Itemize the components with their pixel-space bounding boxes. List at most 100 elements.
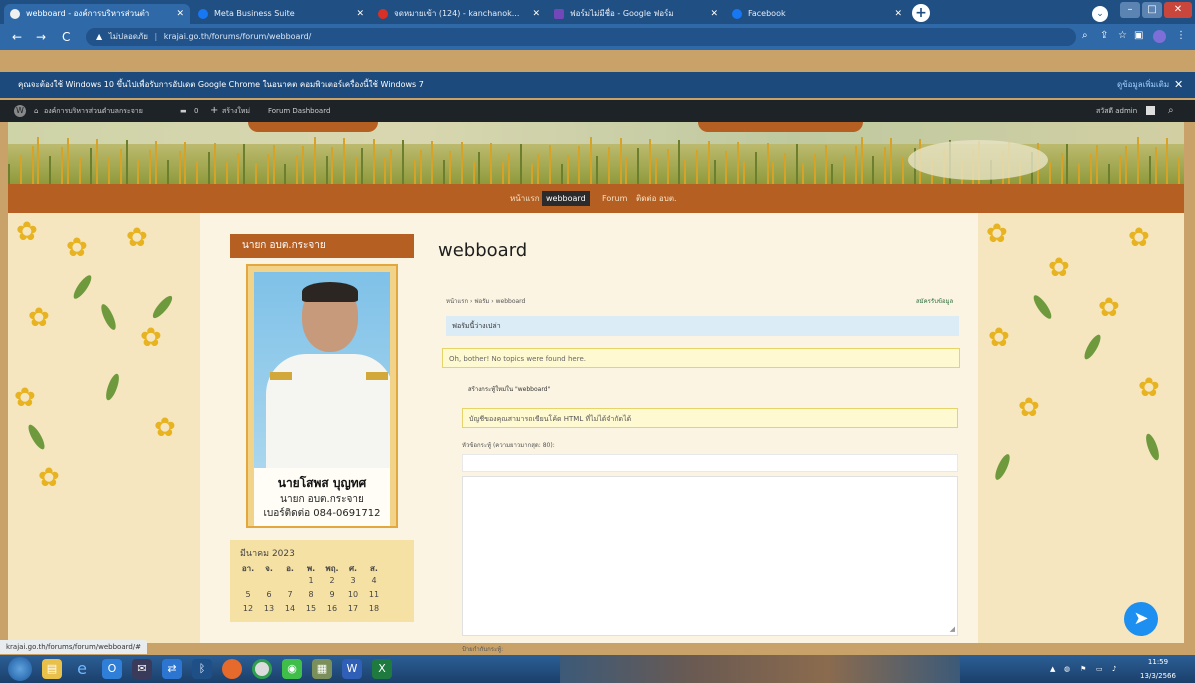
calendar-day[interactable]: 1 bbox=[303, 576, 319, 585]
line-icon[interactable]: ◉ bbox=[282, 659, 302, 679]
flower-icon: ✿ bbox=[986, 219, 1008, 249]
resize-grip-icon[interactable]: ◢ bbox=[950, 625, 955, 633]
calendar-day[interactable]: 9 bbox=[324, 590, 340, 599]
flag-icon[interactable]: ⚑ bbox=[1080, 662, 1086, 676]
wp-user-greeting[interactable]: สวัสดี admin bbox=[1096, 100, 1137, 122]
calendar-day[interactable]: 6 bbox=[261, 590, 277, 599]
flower-stalk bbox=[566, 155, 569, 184]
teamviewer-icon[interactable]: ⇄ bbox=[162, 659, 182, 679]
word-icon[interactable]: W bbox=[342, 659, 362, 679]
nav-item-forum[interactable]: Forum bbox=[598, 191, 631, 206]
topic-title-input[interactable] bbox=[462, 454, 958, 472]
flower-stalk bbox=[90, 148, 93, 184]
side-panel-icon[interactable]: ▣ bbox=[1134, 30, 1143, 41]
banner-ornament bbox=[248, 122, 378, 132]
browser-tab[interactable]: Facebook ✕ bbox=[726, 4, 908, 24]
bluetooth-icon[interactable]: ᛒ bbox=[192, 659, 212, 679]
browser-tab[interactable]: ฟอร์มไม่มีชื่อ - Google ฟอร์ม ✕ bbox=[548, 4, 724, 24]
subscribe-link[interactable]: สมัครรับข้อมูล bbox=[916, 296, 953, 306]
start-button[interactable] bbox=[8, 657, 32, 681]
calendar-day[interactable]: 8 bbox=[303, 590, 319, 599]
profile-avatar-icon[interactable] bbox=[1153, 30, 1166, 43]
photos-icon[interactable]: ▦ bbox=[312, 659, 332, 679]
close-tab-icon[interactable]: ✕ bbox=[894, 4, 902, 24]
tray-arrow-icon[interactable]: ▲ bbox=[1050, 662, 1055, 676]
nav-item-home[interactable]: หน้าแรก bbox=[506, 191, 544, 206]
calendar-day[interactable]: 12 bbox=[240, 604, 256, 613]
comments-icon[interactable]: ▬ bbox=[180, 100, 187, 122]
calendar-day[interactable]: 14 bbox=[282, 604, 298, 613]
tab-search-icon[interactable]: ⌄ bbox=[1092, 6, 1108, 22]
status-bar-url: krajai.go.th/forums/forum/webboard/# bbox=[0, 640, 148, 654]
back-button[interactable]: ← bbox=[12, 29, 22, 45]
network-icon[interactable]: ◍ bbox=[1064, 662, 1070, 676]
calendar-day[interactable]: 18 bbox=[366, 604, 382, 613]
maximize-button[interactable]: □ bbox=[1142, 2, 1162, 18]
reload-button[interactable]: C bbox=[62, 29, 70, 45]
flower-stalk bbox=[843, 155, 845, 184]
clock[interactable]: 11:59 13/3/2566 bbox=[1136, 655, 1180, 683]
forum-dashboard-link[interactable]: Forum Dashboard bbox=[268, 100, 330, 122]
firefox-icon[interactable] bbox=[222, 659, 242, 679]
calendar-day[interactable]: 17 bbox=[345, 604, 361, 613]
chrome-icon[interactable] bbox=[252, 659, 272, 679]
calendar-day[interactable]: 3 bbox=[345, 576, 361, 585]
warning-icon: ▲ bbox=[96, 32, 103, 41]
calendar-day[interactable]: 15 bbox=[303, 604, 319, 613]
flower-stalk bbox=[607, 147, 610, 184]
volume-icon[interactable]: ♪ bbox=[1112, 662, 1116, 676]
calendar-day[interactable]: 16 bbox=[324, 604, 340, 613]
wordpress-logo-icon[interactable]: W bbox=[14, 105, 26, 117]
topic-content-textarea[interactable]: ◢ bbox=[462, 476, 958, 636]
breadcrumb[interactable]: หน้าแรก › ฟอรัม › webboard bbox=[446, 296, 525, 306]
minimize-button[interactable]: – bbox=[1120, 2, 1140, 18]
avatar[interactable] bbox=[1146, 106, 1155, 115]
search-icon[interactable]: ⌕ bbox=[1168, 100, 1174, 122]
file-explorer-icon[interactable]: ▤ bbox=[42, 659, 62, 679]
flower-stalk bbox=[49, 156, 52, 184]
browser-tab[interactable]: Meta Business Suite ✕ bbox=[192, 4, 370, 24]
flower-stalk bbox=[831, 164, 834, 184]
close-window-button[interactable]: ✕ bbox=[1164, 2, 1192, 18]
home-icon: ⌂ bbox=[34, 107, 39, 115]
new-tab-button[interactable]: + bbox=[912, 4, 930, 22]
menu-kebab-icon[interactable]: ⋮ bbox=[1176, 30, 1186, 41]
calendar-day[interactable]: 10 bbox=[345, 590, 361, 599]
nav-item-contact[interactable]: ติดต่อ อบต. bbox=[632, 191, 681, 206]
calendar-day[interactable]: 11 bbox=[366, 590, 382, 599]
info-bar-learn-more-link[interactable]: ดูข้อมูลเพิ่มเติม bbox=[1117, 72, 1169, 98]
create-topic-title: สร้างกระทู้ใหม่ใน "webboard" bbox=[468, 386, 551, 393]
url-input[interactable]: ▲ ไม่ปลอดภัย | krajai.go.th/forums/forum… bbox=[86, 28, 1076, 46]
browser-tab[interactable]: webboard - องค์การบริหารส่วนตำ ✕ bbox=[4, 4, 190, 24]
internet-explorer-icon[interactable]: e bbox=[72, 659, 92, 679]
flower-stalk bbox=[860, 137, 863, 184]
banner-path bbox=[908, 140, 1048, 180]
calendar-day[interactable]: 7 bbox=[282, 590, 298, 599]
info-bar-close-button[interactable]: ✕ bbox=[1174, 72, 1183, 98]
display-icon[interactable]: ▭ bbox=[1096, 662, 1103, 676]
close-tab-icon[interactable]: ✕ bbox=[710, 4, 718, 24]
flower-stalk bbox=[684, 159, 687, 184]
calendar-day[interactable]: 13 bbox=[261, 604, 277, 613]
nav-item-webboard[interactable]: webboard bbox=[542, 191, 590, 206]
browser-tab[interactable]: จดหมายเข้า (124) - kanchanok... ✕ bbox=[372, 4, 546, 24]
close-tab-icon[interactable]: ✕ bbox=[532, 4, 540, 24]
share-icon[interactable]: ⇪ bbox=[1100, 30, 1108, 41]
calendar-day[interactable]: 5 bbox=[240, 590, 256, 599]
mail-icon[interactable]: ✉ bbox=[132, 659, 152, 679]
wp-site-name-link[interactable]: องค์การบริหารส่วนตำบลกระจาย bbox=[44, 100, 143, 122]
calendar-day[interactable]: 2 bbox=[324, 576, 340, 585]
leaf bbox=[98, 302, 119, 332]
wp-new-link[interactable]: สร้างใหม่ bbox=[222, 100, 250, 122]
messenger-chat-button[interactable]: ➤ bbox=[1124, 602, 1158, 636]
forward-button[interactable]: → bbox=[36, 29, 46, 45]
close-tab-icon[interactable]: ✕ bbox=[356, 4, 364, 24]
close-tab-icon[interactable]: ✕ bbox=[176, 4, 184, 24]
calendar-day[interactable]: 4 bbox=[366, 576, 382, 585]
search-icon[interactable]: ⌕ bbox=[1082, 30, 1088, 41]
excel-icon[interactable]: X bbox=[372, 659, 392, 679]
bookmark-star-icon[interactable]: ☆ bbox=[1118, 30, 1127, 41]
flower-stalk bbox=[1166, 138, 1169, 184]
flower-stalk bbox=[255, 163, 257, 184]
outlook-icon[interactable]: O bbox=[102, 659, 122, 679]
